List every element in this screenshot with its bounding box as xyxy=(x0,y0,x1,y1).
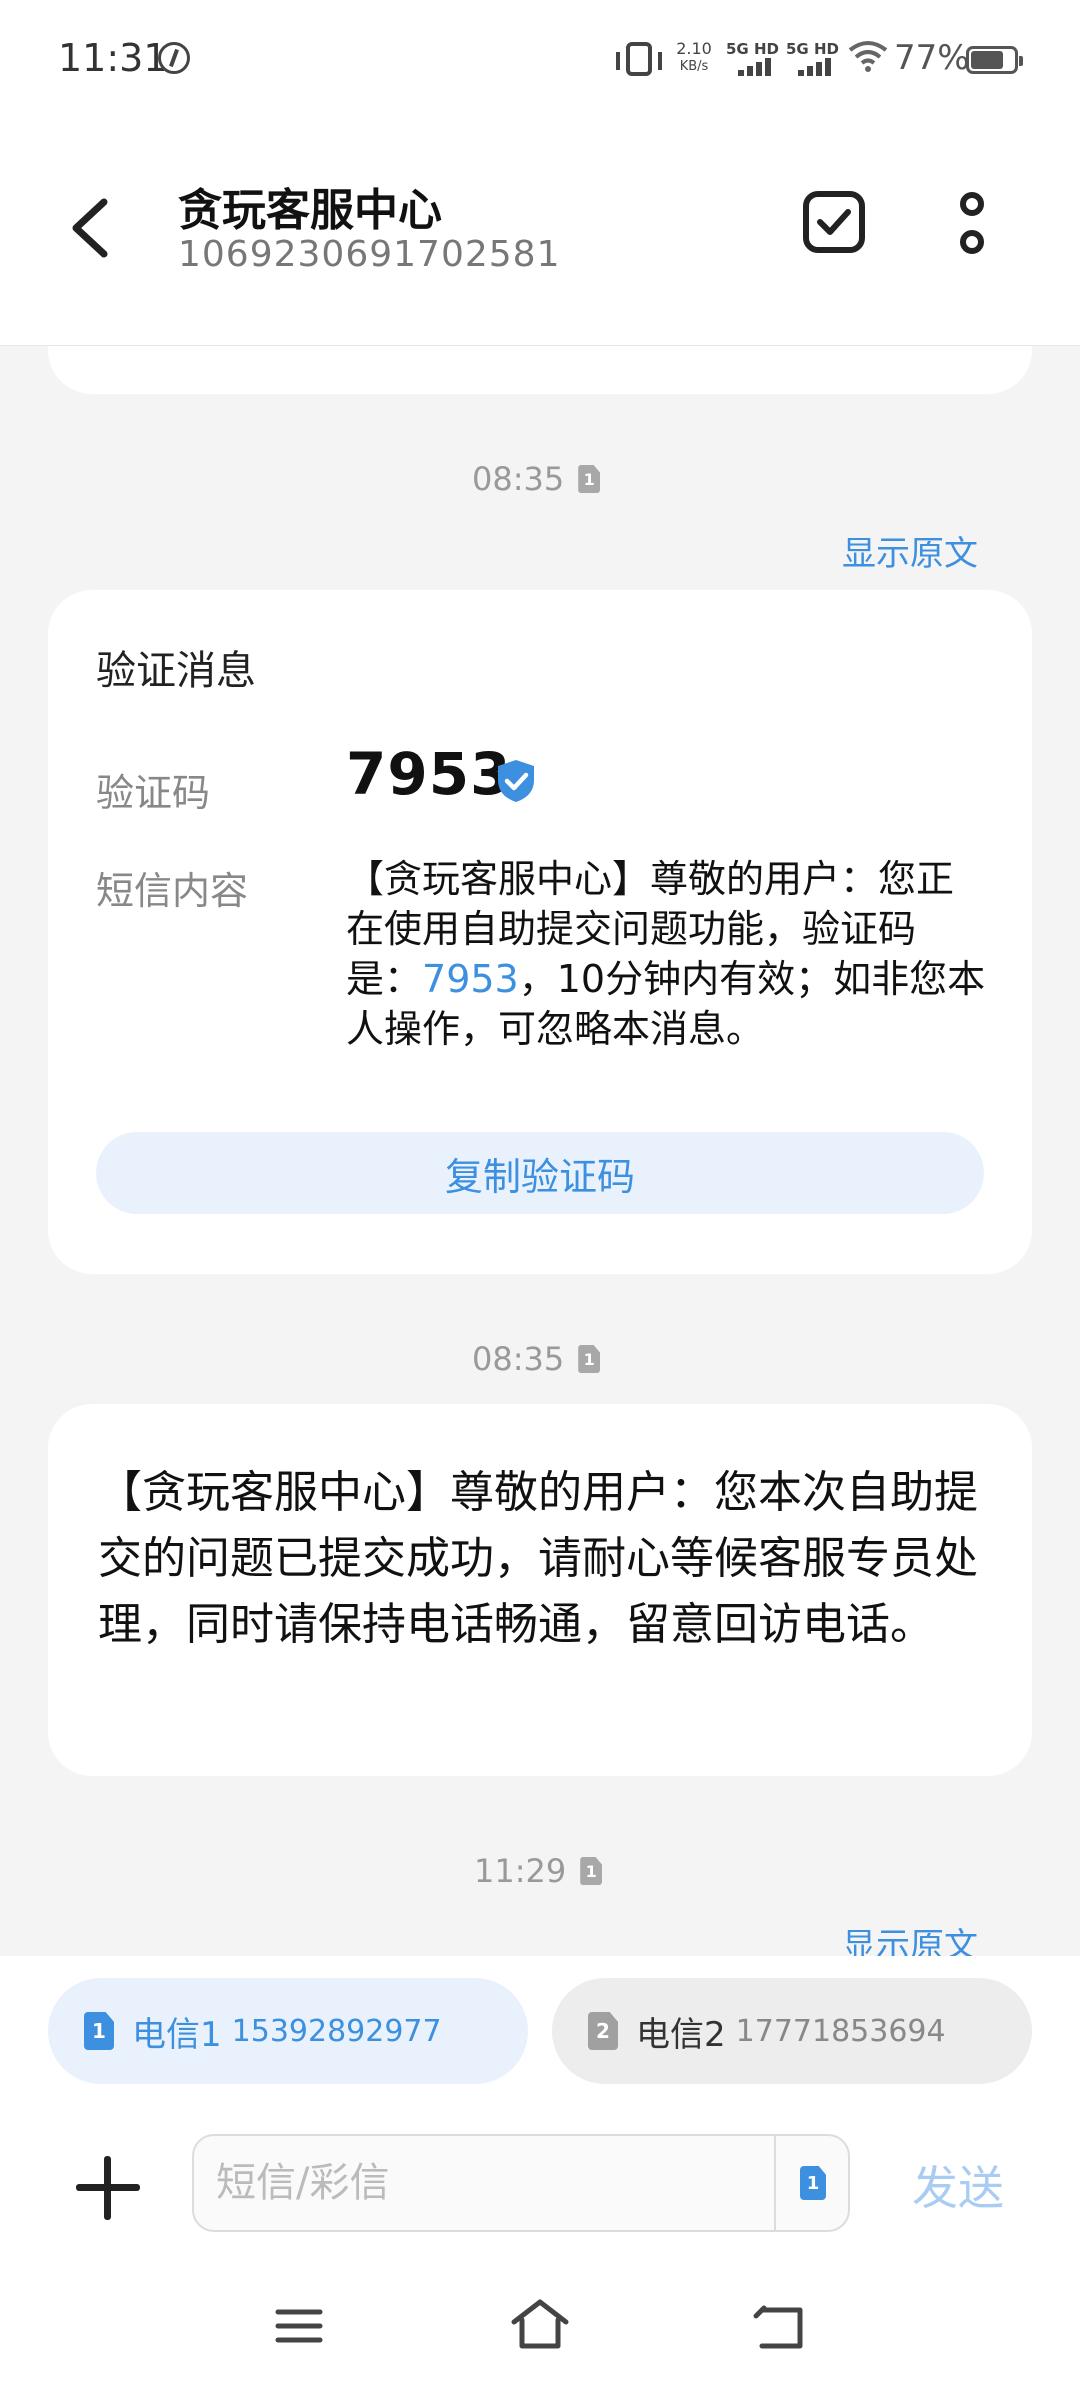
message-input[interactable] xyxy=(194,2136,774,2230)
signal-sim1-label: 5G HD xyxy=(726,40,779,58)
content-label: 短信内容 xyxy=(96,869,249,913)
card-title: 验证消息 xyxy=(96,648,256,694)
contact-number: 1069230691702581 xyxy=(178,234,561,275)
sim2-number: 17771853694 xyxy=(735,2013,946,2049)
show-original-link[interactable]: 显示原文 xyxy=(842,526,978,575)
add-attachment-button[interactable] xyxy=(76,2156,140,2220)
timestamp-text: 08:35 xyxy=(472,460,565,498)
sim1-card-icon: 1 xyxy=(84,2012,114,2050)
verification-code[interactable]: 7953 xyxy=(346,740,511,808)
message-list[interactable]: 08:35 1 显示原文 验证消息 验证码 7953 短信内容 【贪玩客服中心】… xyxy=(0,346,1080,1956)
battery-icon xyxy=(966,46,1023,74)
sim-card-icon: 1 xyxy=(578,465,601,493)
signal-sim1-icon: 5G HD xyxy=(726,40,782,76)
status-time: 11:31 xyxy=(58,36,168,80)
sms-content-code-link[interactable]: 7953 xyxy=(422,957,519,1001)
network-speed-value: 2.10 xyxy=(676,39,712,58)
navigation-bar xyxy=(0,2266,1080,2388)
message-input-box: 1 xyxy=(192,2134,850,2232)
network-speed: 2.10 KB/s xyxy=(672,40,716,76)
verification-message-card[interactable]: 验证消息 验证码 7953 短信内容 【贪玩客服中心】尊敬的用户：您正在使用自助… xyxy=(48,590,1032,1274)
checkbox-icon[interactable] xyxy=(802,190,866,254)
previous-message-bubble xyxy=(48,346,1032,394)
sim1-number: 15392892977 xyxy=(231,2013,442,2049)
wifi-icon xyxy=(848,41,888,72)
message-text: 【贪玩客服中心】尊敬的用户：您本次自助提交的问题已提交成功，请耐心等候客服专员处… xyxy=(98,1467,978,1650)
home-icon[interactable] xyxy=(510,2296,570,2352)
input-divider xyxy=(774,2136,776,2230)
message-timestamp: 08:35 1 xyxy=(472,460,601,498)
copy-code-button[interactable]: 复制验证码 xyxy=(96,1132,984,1214)
sim-card-icon: 1 xyxy=(580,1857,603,1885)
back-button[interactable] xyxy=(60,188,120,268)
back-nav-icon[interactable] xyxy=(752,2302,808,2352)
timestamp-text: 08:35 xyxy=(472,1340,565,1378)
timestamp-text: 11:29 xyxy=(474,1852,567,1890)
show-original-link[interactable]: 显示原文 xyxy=(842,1918,978,1956)
contact-name: 贪玩客服中心 xyxy=(178,185,442,236)
sim-card-icon: 1 xyxy=(578,1345,601,1373)
conversation-header: 贪玩客服中心 1069230691702581 xyxy=(0,120,1080,346)
message-timestamp: 08:35 1 xyxy=(472,1340,601,1378)
network-speed-unit: KB/s xyxy=(679,59,709,74)
message-timestamp: 11:29 1 xyxy=(474,1852,603,1890)
sim2-card-icon: 2 xyxy=(588,2012,618,2050)
verified-shield-icon xyxy=(498,760,534,802)
menu-icon[interactable] xyxy=(274,2306,324,2346)
signal-sim2-icon: 5G HD xyxy=(786,40,842,76)
status-bar: 11:31 2.10 KB/s 5G HD 5G HD 77% xyxy=(0,0,1080,120)
more-options-icon[interactable] xyxy=(950,190,994,260)
sms-content: 【贪玩客服中心】尊敬的用户：您正在使用自助提交问题功能，验证码是：7953，10… xyxy=(346,854,986,1054)
sim1-option[interactable]: 1 电信1 15392892977 xyxy=(48,1978,528,2084)
sim1-name: 电信1 xyxy=(132,2014,222,2055)
dnd-icon xyxy=(158,42,190,74)
sim2-name: 电信2 xyxy=(636,2014,726,2055)
message-bubble[interactable]: 【贪玩客服中心】尊敬的用户：您本次自助提交的问题已提交成功，请耐心等候客服专员处… xyxy=(48,1404,1032,1776)
send-button[interactable]: 发送 xyxy=(912,2152,1004,2218)
vibrate-icon xyxy=(616,42,662,76)
sim-switch-icon[interactable]: 1 xyxy=(800,2166,826,2200)
signal-sim2-label: 5G HD xyxy=(786,40,839,58)
sim-selector: 1 电信1 15392892977 2 电信2 17771853694 xyxy=(0,1956,1080,2106)
battery-percent: 77% xyxy=(894,38,970,78)
code-label: 验证码 xyxy=(96,771,211,815)
sim2-option[interactable]: 2 电信2 17771853694 xyxy=(552,1978,1032,2084)
compose-bar: 1 发送 xyxy=(0,2106,1080,2266)
